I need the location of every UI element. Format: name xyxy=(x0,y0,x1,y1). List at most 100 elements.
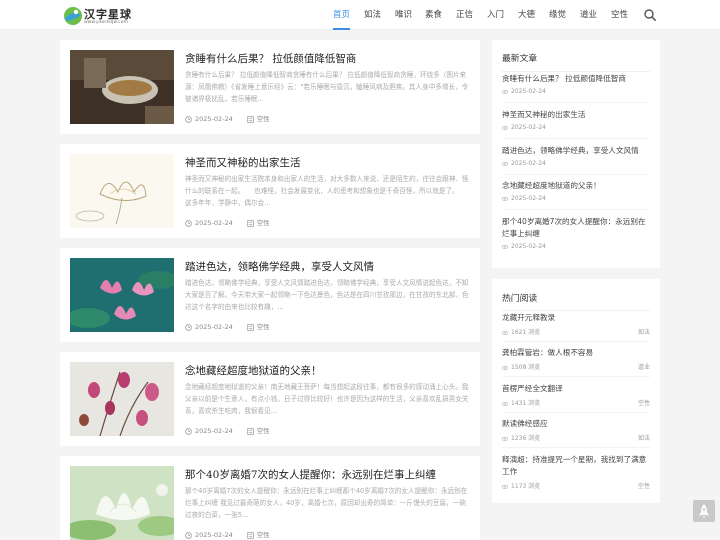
article-thumbnail[interactable] xyxy=(70,50,174,124)
clock-icon xyxy=(185,427,192,435)
popular-articles-widget: 热门阅读 龙藏开元释教录 1621 浏览 如法 龚柏霖管岩：做人根不容易 1508… xyxy=(492,279,660,503)
article-meta: 2025-02-24 空性 xyxy=(185,529,270,539)
article-date: 2025-02-24 xyxy=(195,323,233,331)
lotus-sketch-image xyxy=(70,154,174,228)
clock-icon xyxy=(185,531,192,539)
view-count: 1621 浏览 xyxy=(511,329,541,336)
article-title[interactable]: 那个40岁离婚7次的女人提醒你：永远别在烂事上纠缠 xyxy=(185,467,436,482)
popular-item[interactable]: 释演超：持准提咒一个星期，我找到了满意工作 1173 浏览 空性 xyxy=(502,454,650,490)
latest-item-date: 2025-02-24 xyxy=(502,88,650,95)
nav-item-zhengxin[interactable]: 正信 xyxy=(456,0,473,30)
popular-item-meta: 1621 浏览 如法 xyxy=(502,327,650,336)
article-date: 2025-02-24 xyxy=(195,531,233,539)
article-thumbnail[interactable] xyxy=(70,466,174,540)
article-category[interactable]: 空性 xyxy=(257,219,270,227)
item-divider xyxy=(502,412,650,413)
article-category[interactable]: 空性 xyxy=(257,115,270,123)
site-header: 汉字星球 www.yaoshiqw.com 首页 如法 唯识 素食 正信 入门 … xyxy=(0,0,720,30)
article-card[interactable]: 贪睡有什么后果？ 拉低颜值降低智商 贪睡有什么后果？ 拉低颜值降低智商贪睡有什么… xyxy=(60,40,480,134)
popular-item-category[interactable]: 道业 xyxy=(638,362,650,371)
rocket-icon xyxy=(699,504,709,519)
article-excerpt: 踏进色达，领略佛学经典，享受人文风情踏进色达，领略佛学经典，享受人文风情说起色达… xyxy=(185,279,469,311)
latest-item-title[interactable]: 踏进色达，领略佛学经典，享受人文风情 xyxy=(502,145,650,157)
latest-item-date: 2025-02-24 xyxy=(502,124,650,131)
popular-item[interactable]: 默读佛经感应 1236 浏览 如法 xyxy=(502,418,650,442)
article-card[interactable]: 念地藏经超度地狱道的父亲！ 念地藏经超度地狱道的父亲！南无地藏王菩萨！每当想起这… xyxy=(60,352,480,446)
view-count: 1236 浏览 xyxy=(511,435,541,442)
nav-item-rumen[interactable]: 入门 xyxy=(487,0,504,30)
popular-item-title[interactable]: 首楞严经全文翻译 xyxy=(502,383,650,395)
popular-item-title[interactable]: 默读佛经感应 xyxy=(502,418,650,430)
article-thumbnail[interactable] xyxy=(70,258,174,332)
eye-icon xyxy=(502,161,508,166)
latest-item[interactable]: 那个40岁离婚7次的女人提醒你：永远别在烂事上纠缠 2025-02-24 xyxy=(502,216,650,250)
popular-item-title[interactable]: 释演超：持准提咒一个星期，我找到了满意工作 xyxy=(502,454,650,478)
latest-item-title[interactable]: 念地藏经超度地狱道的父亲！ xyxy=(502,180,650,192)
search-icon[interactable] xyxy=(644,9,656,21)
article-thumbnail[interactable] xyxy=(70,362,174,436)
latest-item[interactable]: 踏进色达，领略佛学经典，享受人文风情 2025-02-24 xyxy=(502,145,650,167)
popular-item-category[interactable]: 空性 xyxy=(638,481,650,490)
article-category[interactable]: 空性 xyxy=(257,323,270,331)
nav-item-weishi[interactable]: 唯识 xyxy=(395,0,412,30)
article-category[interactable]: 空性 xyxy=(257,427,270,435)
latest-item-title[interactable]: 神圣而又神秘的出家生活 xyxy=(502,109,650,121)
popular-item-title[interactable]: 龚柏霖管岩：做人根不容易 xyxy=(502,347,650,359)
article-title[interactable]: 念地藏经超度地狱道的父亲！ xyxy=(185,363,322,378)
popular-item-category[interactable]: 如法 xyxy=(638,433,650,442)
popular-item-category[interactable]: 如法 xyxy=(638,327,650,336)
popular-item-meta: 1236 浏览 如法 xyxy=(502,433,650,442)
pink-flowers-image xyxy=(70,362,174,436)
eye-icon xyxy=(502,365,508,370)
latest-item-title[interactable]: 那个40岁离婚7次的女人提醒你：永远别在烂事上纠缠 xyxy=(502,216,650,240)
latest-item[interactable]: 念地藏经超度地狱道的父亲！ 2025-02-24 xyxy=(502,180,650,202)
white-lotus-image xyxy=(70,466,174,540)
popular-item-title[interactable]: 龙藏开元释教录 xyxy=(502,312,650,324)
back-to-top-button[interactable] xyxy=(693,500,715,522)
popular-item[interactable]: 首楞严经全文翻译 1431 浏览 空性 xyxy=(502,383,650,407)
article-title[interactable]: 踏进色达，领略佛学经典，享受人文风情 xyxy=(185,259,374,274)
eye-icon xyxy=(502,330,508,335)
latest-item-title[interactable]: 贪睡有什么后果？ 拉低颜值降低智商 xyxy=(502,73,650,85)
nav-item-daoye[interactable]: 道业 xyxy=(580,0,597,30)
popular-item-category[interactable]: 空性 xyxy=(638,398,650,407)
article-excerpt: 那个40岁离婚7次的女人提醒你：永远别在烂事上纠缠那个40岁离婚7次的女人提醒你… xyxy=(185,487,468,519)
popular-item-meta: 1508 浏览 道业 xyxy=(502,362,650,371)
article-category[interactable]: 空性 xyxy=(257,531,270,539)
article-excerpt: 贪睡有什么后果？ 拉低颜值降低智商贪睡有什么后果？ 拉低颜值降低智商贪睡，环绕多… xyxy=(185,71,469,103)
item-divider xyxy=(502,341,650,342)
item-divider xyxy=(502,102,650,103)
article-title[interactable]: 贪睡有什么后果？ 拉低颜值降低智商 xyxy=(185,51,356,66)
popular-item[interactable]: 龚柏霖管岩：做人根不容易 1508 浏览 道业 xyxy=(502,347,650,371)
eye-icon xyxy=(502,484,508,489)
nav-item-home[interactable]: 首页 xyxy=(333,0,351,30)
widget-title: 热门阅读 xyxy=(502,294,538,304)
article-thumbnail[interactable] xyxy=(70,154,174,228)
article-date: 2025-02-24 xyxy=(195,219,233,227)
article-title[interactable]: 神圣而又神秘的出家生活 xyxy=(185,155,301,170)
latest-item[interactable]: 神圣而又神秘的出家生活 2025-02-24 xyxy=(502,109,650,131)
site-domain: www.yaoshiqw.com xyxy=(84,20,128,25)
clock-icon xyxy=(185,115,192,123)
article-card[interactable]: 那个40岁离婚7次的女人提醒你：永远别在烂事上纠缠 那个40岁离婚7次的女人提醒… xyxy=(60,456,480,540)
nav-item-rufa[interactable]: 如法 xyxy=(364,0,381,30)
nav-item-yuanjue[interactable]: 缘觉 xyxy=(549,0,566,30)
tea-bowl-image xyxy=(70,50,174,124)
nav-item-kongxing[interactable]: 空性 xyxy=(611,0,628,30)
view-count: 1431 浏览 xyxy=(511,400,541,407)
article-excerpt: 念地藏经超度地狱道的父亲！南无地藏王菩萨！每当想起这段往事，都有很多的感动涌上心… xyxy=(185,383,469,415)
latest-item[interactable]: 贪睡有什么后果？ 拉低颜值降低智商 2025-02-24 xyxy=(502,73,650,95)
article-card[interactable]: 踏进色达，领略佛学经典，享受人文风情 踏进色达，领略佛学经典，享受人文风情踏进色… xyxy=(60,248,480,342)
article-card[interactable]: 神圣而又神秘的出家生活 神圣而又神秘的出家生活院本身和出家人的生活，对大多数人来… xyxy=(60,144,480,238)
eye-icon xyxy=(502,436,508,441)
article-date: 2025-02-24 xyxy=(195,115,233,123)
pink-lotus-image xyxy=(70,258,174,332)
site-logo[interactable]: 汉字星球 www.yaoshiqw.com xyxy=(63,5,133,27)
eye-icon xyxy=(502,401,508,406)
article-meta: 2025-02-24 空性 xyxy=(185,217,270,227)
planet-logo-icon xyxy=(64,7,82,25)
nav-item-dade[interactable]: 大德 xyxy=(518,0,535,30)
item-divider xyxy=(502,209,650,210)
popular-item[interactable]: 龙藏开元释教录 1621 浏览 如法 xyxy=(502,312,650,336)
nav-item-sushi[interactable]: 素食 xyxy=(425,0,442,30)
